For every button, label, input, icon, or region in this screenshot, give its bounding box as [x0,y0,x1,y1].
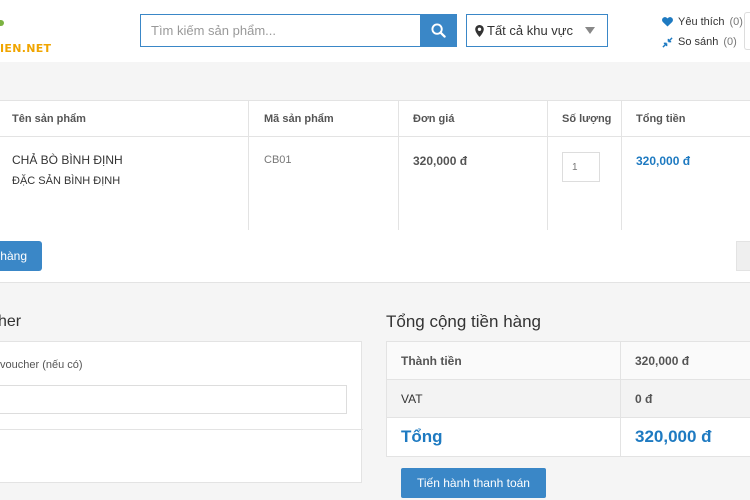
chevron-down-icon [585,27,595,34]
subtotal-value: 320,000 đ [635,353,690,368]
table-row: CHẢ BÒ BÌNH ĐỊNH ĐẶC SẢN BÌNH ĐỊNH CB01 … [0,137,750,230]
vat-label: VAT [387,380,621,417]
heart-icon [662,17,673,27]
region-label: Tất cả khu vực [487,23,574,38]
cart-button[interactable] [744,12,750,50]
search-input[interactable]: Tìm kiếm sản phẩm... [140,14,420,47]
voucher-input[interactable] [0,385,347,414]
totals-table: Thành tiền 320,000 đ VAT 0 đ Tổng 320,00… [386,341,750,457]
column-header-name: Tên sản phẩm [0,101,249,136]
product-description: ĐẶC SẢN BÌNH ĐỊNH [12,175,121,187]
site-logo[interactable]: IEN.NET [0,42,51,55]
compare-count: (0) [723,36,737,48]
column-header-total: Tổng tiền [636,112,686,125]
cart-table: Tên sản phẩm Mã sản phẩm Đơn giá Số lượn… [0,100,750,231]
quantity-cell: 1 [548,137,622,230]
compare-label: So sánh [678,36,719,48]
product-code: CB01 [249,137,399,230]
logo-mark [0,20,4,26]
product-name[interactable]: CHẢ BÒ BÌNH ĐỊNH [12,153,248,167]
voucher-label: voucher (nếu có) [0,359,83,371]
map-pin-icon [475,24,484,37]
grand-total-row: Tổng 320,000 đ [387,418,750,456]
column-header-quantity: Số lượng [548,101,622,136]
update-cart-button[interactable]: hàng [0,241,42,271]
favorites-label: Yêu thích [678,16,725,28]
compare-link[interactable]: So sánh (0) [662,32,743,52]
product-cell: CHẢ BÒ BÌNH ĐỊNH ĐẶC SẢN BÌNH ĐỊNH [0,137,249,230]
totals-title: Tổng cộng tiền hàng [386,312,542,331]
column-header-unit-price: Đơn giá [399,101,548,136]
checkout-button[interactable]: Tiến hành thanh toán [401,468,546,498]
quantity-input[interactable]: 1 [562,152,600,182]
cart-action-bar: hàng [0,230,750,283]
vat-value: 0 đ [635,391,653,406]
compare-arrows-icon [662,36,673,48]
table-header: Tên sản phẩm Mã sản phẩm Đơn giá Số lượn… [0,101,750,137]
favorites-count: (0) [729,16,743,28]
search-button[interactable] [420,14,457,47]
voucher-panel: voucher (nếu có) [0,341,363,483]
site-header: IEN.NET Tìm kiếm sản phẩm... Tất cả khu … [0,0,750,62]
product-unit-price: 320,000 đ [399,137,548,230]
product-total: 320,000 đ [636,154,691,168]
grand-total-label: Tổng [387,418,621,456]
search-icon [431,23,446,38]
grand-total-value: 320,000 đ [635,427,712,446]
column-header-code: Mã sản phẩm [249,101,399,136]
divider [0,429,363,430]
subtotal-label: Thành tiền [387,342,621,379]
subtotal-row: Thành tiền 320,000 đ [387,342,750,380]
vat-row: VAT 0 đ [387,380,750,418]
continue-shopping-button[interactable] [736,241,750,271]
favorites-link[interactable]: Yêu thích (0) [662,12,743,32]
region-select[interactable]: Tất cả khu vực [466,14,608,47]
header-links: Yêu thích (0) So sánh (0) [662,12,743,52]
voucher-title: her [0,313,22,330]
